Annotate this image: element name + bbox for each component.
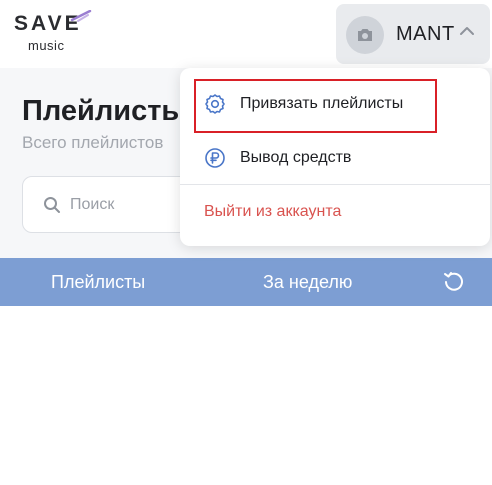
top-header: SAVE music MANT: [0, 0, 492, 68]
refresh-icon[interactable]: [442, 270, 466, 294]
ruble-icon: [205, 148, 225, 168]
menu-divider: [180, 184, 490, 185]
chevron-up-icon: [460, 27, 474, 35]
table-header: Плейлисты За неделю: [0, 258, 492, 306]
logo-subtext: music: [28, 38, 65, 53]
page-title: Плейлисты: [22, 95, 187, 127]
menu-item-withdraw[interactable]: Вывод средств: [180, 136, 490, 180]
logout-label: Выйти из аккаунта: [204, 203, 342, 220]
table-body: [0, 306, 492, 485]
user-menu-button[interactable]: MANT: [336, 4, 490, 64]
camera-icon: [358, 29, 372, 41]
logo-accent-icon: [70, 10, 92, 22]
logout-menu-item[interactable]: Выйти из аккаунта: [180, 190, 490, 234]
column-header-playlists[interactable]: Плейлисты: [51, 272, 145, 293]
search-icon: [44, 197, 60, 213]
avatar[interactable]: [346, 16, 384, 54]
save-music-logo[interactable]: SAVE music: [14, 10, 94, 56]
menu-item-label: Вывод средств: [240, 149, 352, 166]
user-name: MANT: [396, 23, 455, 45]
highlight-box: [194, 79, 437, 133]
column-header-week[interactable]: За неделю: [263, 272, 352, 293]
page-subtitle: Всего плейлистов: [22, 133, 164, 152]
user-dropdown-menu: Привязать плейлисты Вывод средств Выйти …: [180, 68, 490, 246]
